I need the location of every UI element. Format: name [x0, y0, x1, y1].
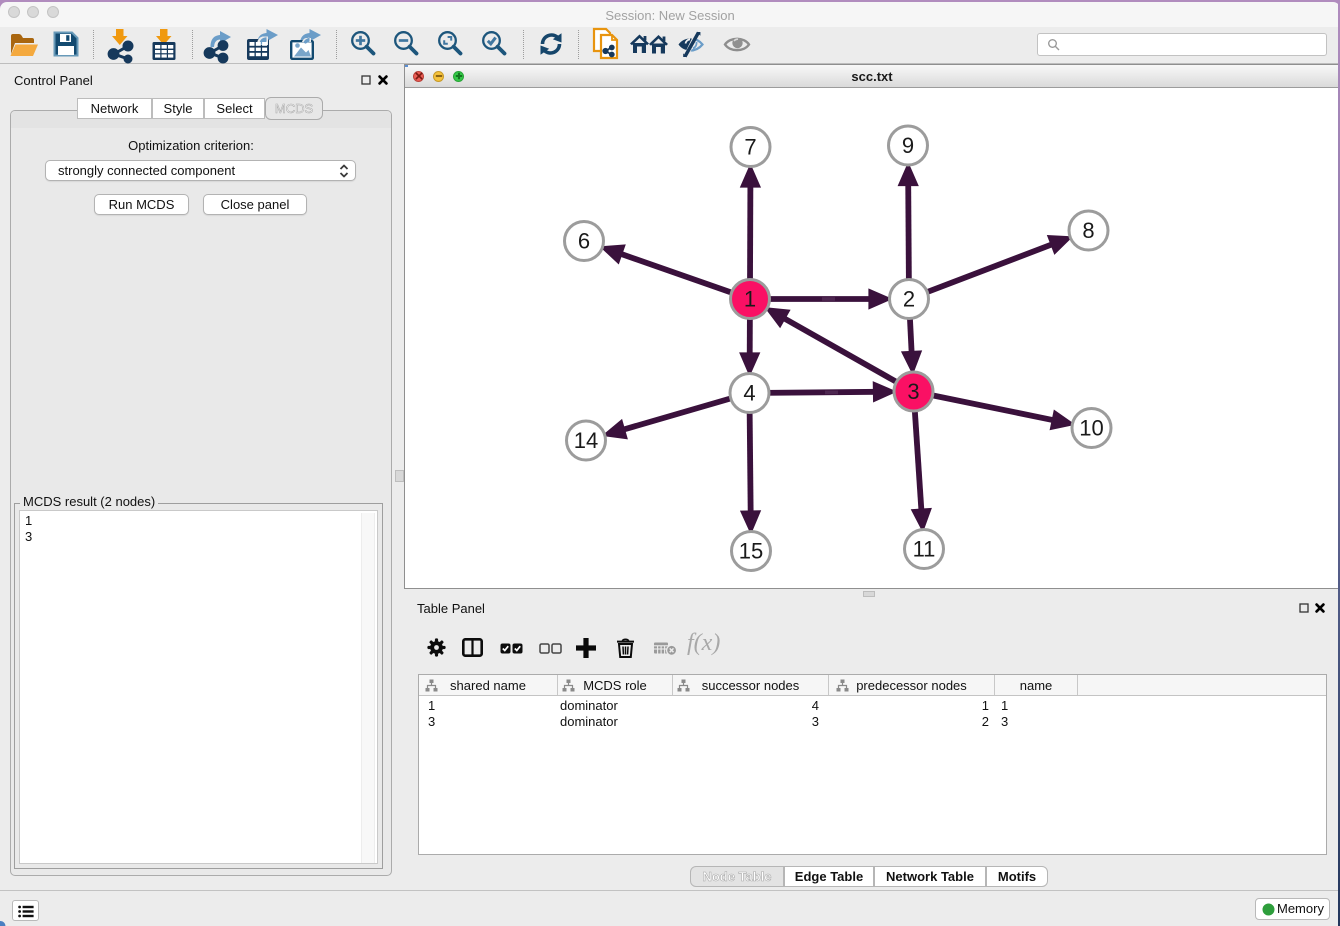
- svg-text:1: 1: [744, 287, 756, 312]
- svg-text:4: 4: [743, 381, 755, 406]
- svg-text:8: 8: [1082, 218, 1094, 243]
- svg-text:9: 9: [902, 133, 914, 158]
- svg-text:3: 3: [907, 379, 919, 404]
- svg-text:14: 14: [574, 428, 598, 453]
- svg-text:10: 10: [1079, 416, 1103, 441]
- svg-text:15: 15: [739, 539, 763, 564]
- svg-text:2: 2: [903, 287, 915, 312]
- svg-text:11: 11: [913, 537, 936, 562]
- svg-text:6: 6: [578, 229, 590, 254]
- svg-text:7: 7: [744, 135, 756, 160]
